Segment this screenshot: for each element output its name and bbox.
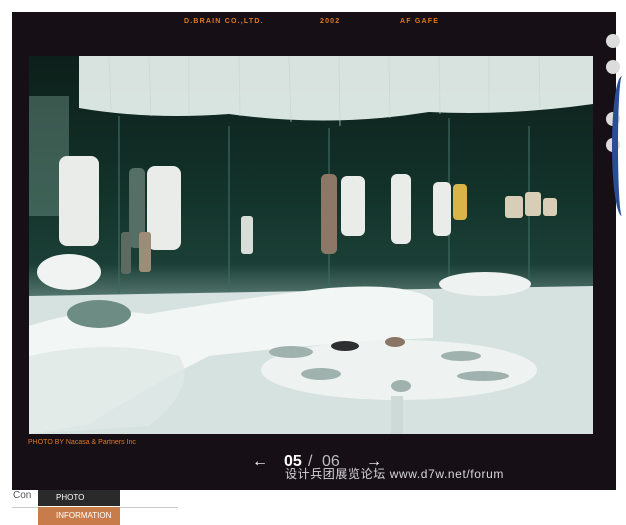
company-name: D.BRAIN CO.,LTD. xyxy=(184,18,264,25)
binder-hole xyxy=(606,60,620,74)
year-label: 2002 xyxy=(320,18,341,25)
store-interior-photo xyxy=(29,56,593,434)
project-name: AF GAFE xyxy=(400,18,440,25)
arrow-left-icon[interactable]: ← xyxy=(252,453,268,471)
blue-swoosh-decoration xyxy=(612,76,626,216)
viewer-frame: D.BRAIN CO.,LTD. 2002 AF GAFE PHOTO BY N… xyxy=(12,12,616,490)
tab-information[interactable]: INFORMATION xyxy=(38,507,120,525)
store-photo-illustration xyxy=(29,56,593,434)
forum-watermark: 设计兵团展览论坛 www.d7w.net/forum xyxy=(285,467,504,481)
photo-credit: PHOTO BY Nacasa & Partners Inc xyxy=(28,439,136,446)
header: D.BRAIN CO.,LTD. 2002 AF GAFE xyxy=(12,18,616,32)
binder-hole xyxy=(606,34,620,48)
partial-text: Con xyxy=(13,490,32,501)
tab-photo[interactable]: PHOTO xyxy=(38,490,120,506)
